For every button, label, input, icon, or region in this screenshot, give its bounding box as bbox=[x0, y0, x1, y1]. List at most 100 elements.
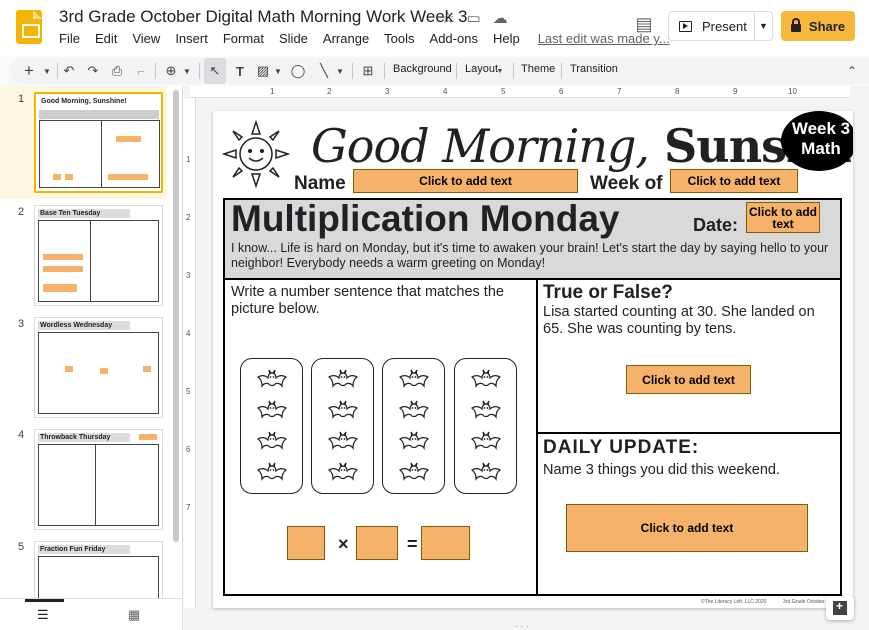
slide-number: 4 bbox=[18, 429, 25, 441]
row-divider bbox=[536, 432, 840, 434]
product-box[interactable] bbox=[421, 526, 470, 560]
bat-group-card bbox=[240, 358, 303, 494]
undo-icon[interactable]: ↶ bbox=[60, 58, 78, 84]
true-false-text: Lisa started counting at 30. She landed … bbox=[543, 304, 815, 337]
bat-group-card bbox=[311, 358, 374, 494]
name-text-box[interactable]: Click to add text bbox=[353, 169, 578, 193]
present-dropdown-icon[interactable]: ▼ bbox=[755, 21, 772, 31]
collapse-toolbar-icon[interactable]: ⌃ bbox=[842, 58, 862, 84]
thumbnail-title: Fraction Fun Friday bbox=[38, 545, 130, 554]
menu-file[interactable]: File bbox=[59, 31, 80, 46]
slide-thumbnail-5[interactable]: Fraction Fun Friday bbox=[34, 541, 163, 601]
slide-thumbnail-4[interactable]: Throwback Thursday bbox=[34, 429, 163, 530]
bat-icon bbox=[327, 429, 359, 451]
bat-group-card bbox=[382, 358, 445, 494]
picture-prompt: Write a number sentence that matches the… bbox=[231, 284, 504, 317]
resize-grip[interactable]: ··· bbox=[515, 621, 531, 630]
section-heading: Multiplication Monday bbox=[231, 198, 620, 239]
menu-edit[interactable]: Edit bbox=[95, 31, 117, 46]
filmstrip-footer: ☰ ▦ bbox=[0, 598, 182, 630]
true-false-text-box[interactable]: Click to add text bbox=[626, 365, 751, 394]
layout-dropdown-icon[interactable]: ▼ bbox=[495, 58, 505, 84]
filmstrip: 1 Good Morning, Sunshine! 2 Base Ten Tue… bbox=[0, 86, 183, 630]
menu-view[interactable]: View bbox=[132, 31, 160, 46]
present-button[interactable]: Present bbox=[669, 12, 755, 40]
cloud-status-icon[interactable]: ☁ bbox=[493, 9, 508, 27]
bat-icon bbox=[256, 460, 288, 482]
daily-update-text-box[interactable]: Click to add text bbox=[566, 504, 808, 552]
document-title[interactable]: 3rd Grade October Digital Math Morning W… bbox=[59, 7, 467, 27]
menu-format[interactable]: Format bbox=[223, 31, 264, 46]
bat-icon bbox=[470, 429, 502, 451]
name-label: Name bbox=[294, 173, 346, 194]
menu-help[interactable]: Help bbox=[493, 31, 520, 46]
week-of-text-box[interactable]: Click to add text bbox=[670, 169, 798, 193]
thumbnail-title: Wordless Wednesday bbox=[38, 321, 130, 330]
slides-logo-icon[interactable] bbox=[16, 10, 42, 44]
grade-note: 3rd Grade October bbox=[783, 599, 825, 605]
layout-button[interactable]: Layout bbox=[465, 63, 498, 75]
line-dropdown-icon[interactable]: ▼ bbox=[334, 58, 346, 84]
shape-icon[interactable]: ◯ bbox=[288, 58, 308, 84]
slide-number: 3 bbox=[18, 318, 25, 330]
filmstrip-view-icon[interactable]: ☰ bbox=[37, 607, 49, 623]
bat-icon bbox=[327, 460, 359, 482]
slide-number: 1 bbox=[18, 93, 25, 105]
bat-icon bbox=[256, 398, 288, 420]
bat-icon bbox=[470, 367, 502, 389]
view-indicator bbox=[25, 599, 64, 602]
slide-thumbnail-1[interactable]: Good Morning, Sunshine! bbox=[34, 92, 163, 193]
vertical-ruler: 1 2 3 4 5 6 7 bbox=[184, 98, 196, 608]
redo-icon[interactable]: ↷ bbox=[84, 58, 102, 84]
bat-icon bbox=[327, 367, 359, 389]
explore-button[interactable] bbox=[826, 596, 854, 620]
filmstrip-scrollbar[interactable] bbox=[173, 90, 179, 542]
grid-view-icon[interactable]: ▦ bbox=[128, 607, 140, 623]
image-icon[interactable]: ▨ bbox=[254, 58, 272, 84]
star-icon[interactable]: ☆ bbox=[441, 9, 454, 27]
menu-add-ons[interactable]: Add-ons bbox=[430, 31, 478, 46]
transition-button[interactable]: Transition bbox=[570, 63, 618, 75]
comment-history-icon[interactable]: ▤ bbox=[632, 14, 656, 36]
toolbar: + ▼ ↶ ↷ ⎙ ⌐ ⊕ ▼ ↖ T ▨ ▼ ◯ ╲ ▼ ⊞ Backgrou… bbox=[10, 58, 869, 84]
slide-thumbnail-2[interactable]: Base Ten Tuesday bbox=[34, 205, 163, 306]
factor-box-1[interactable] bbox=[287, 526, 325, 560]
comment-add-icon[interactable]: ⊞ bbox=[358, 58, 378, 84]
select-tool-icon[interactable]: ↖ bbox=[204, 58, 226, 84]
slides-app: 3rd Grade October Digital Math Morning W… bbox=[0, 0, 869, 630]
slide-canvas[interactable]: Good Morning, Sunshine! Week 3 Math Name… bbox=[213, 111, 853, 608]
print-icon[interactable]: ⎙ bbox=[108, 58, 126, 84]
factor-box-2[interactable] bbox=[356, 526, 398, 560]
true-false-heading: True or False? bbox=[543, 282, 673, 303]
background-button[interactable]: Background bbox=[393, 63, 452, 75]
zoom-icon[interactable]: ⊕ bbox=[161, 58, 181, 84]
menu-tools[interactable]: Tools bbox=[384, 31, 414, 46]
image-dropdown-icon[interactable]: ▼ bbox=[272, 58, 284, 84]
slide-thumbnail-3[interactable]: Wordless Wednesday bbox=[34, 317, 163, 418]
new-slide-icon[interactable]: + bbox=[18, 58, 40, 84]
move-folder-icon[interactable]: ▭ bbox=[466, 9, 480, 27]
sun-illustration-icon bbox=[221, 119, 291, 189]
daily-update-text: Name 3 things you did this weekend. bbox=[543, 462, 780, 478]
bat-icon bbox=[470, 398, 502, 420]
bat-icon bbox=[398, 460, 430, 482]
thumbnail-title: Good Morning, Sunshine! bbox=[39, 97, 131, 106]
lock-icon bbox=[790, 18, 801, 32]
menu-slide[interactable]: Slide bbox=[279, 31, 308, 46]
share-button[interactable]: Share bbox=[781, 11, 855, 41]
new-slide-dropdown-icon[interactable]: ▼ bbox=[40, 58, 54, 84]
text-box-icon[interactable]: T bbox=[230, 58, 250, 84]
bat-icon bbox=[470, 460, 502, 482]
line-icon[interactable]: ╲ bbox=[314, 58, 334, 84]
header: 3rd Grade October Digital Math Morning W… bbox=[0, 0, 869, 56]
explore-icon bbox=[833, 599, 847, 615]
bat-icon bbox=[256, 367, 288, 389]
theme-button[interactable]: Theme bbox=[521, 63, 555, 75]
menu-insert[interactable]: Insert bbox=[175, 31, 208, 46]
present-label: Present bbox=[702, 18, 747, 34]
menu-arrange[interactable]: Arrange bbox=[323, 31, 369, 46]
paint-format-icon[interactable]: ⌐ bbox=[132, 58, 150, 84]
date-text-box[interactable]: Click to add text bbox=[746, 202, 820, 233]
date-label: Date: bbox=[693, 215, 739, 235]
zoom-dropdown-icon[interactable]: ▼ bbox=[181, 58, 193, 84]
